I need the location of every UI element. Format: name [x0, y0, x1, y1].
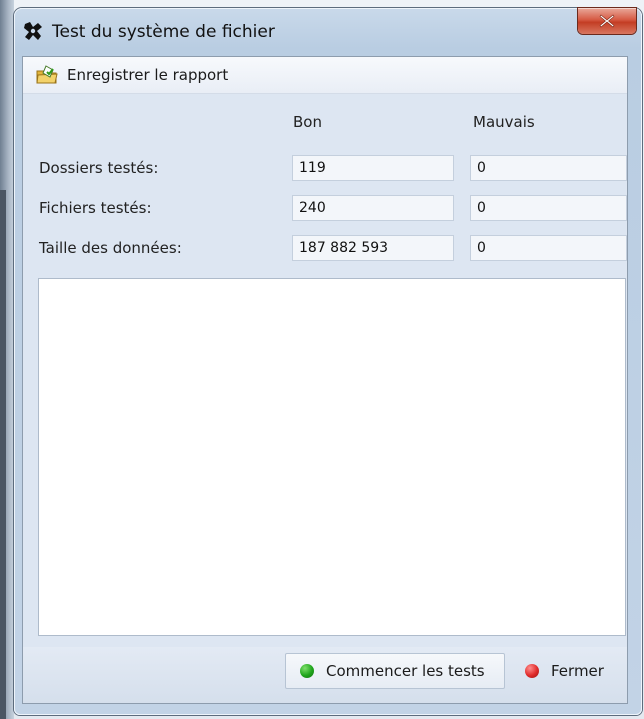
save-report-button[interactable]: Enregistrer le rapport — [31, 63, 232, 87]
column-header-good: Bon — [293, 113, 322, 131]
row-label-folders: Dossiers testés: — [39, 159, 159, 177]
folders-good-field[interactable] — [292, 155, 454, 181]
save-report-icon — [36, 65, 58, 84]
tools-icon — [24, 22, 42, 40]
window-close-button[interactable] — [578, 8, 636, 34]
window-title: Test du système de fichier — [52, 22, 275, 42]
red-dot-icon — [525, 664, 539, 678]
close-icon — [599, 14, 615, 28]
data-size-bad-field[interactable] — [470, 235, 627, 261]
parent-window-shadow — [0, 190, 6, 719]
files-bad-field[interactable] — [470, 195, 627, 221]
close-label: Fermer — [551, 662, 604, 680]
data-size-good-field[interactable] — [292, 235, 454, 261]
title-bar[interactable]: Test du système de fichier — [14, 8, 642, 56]
files-good-field[interactable] — [292, 195, 454, 221]
close-button[interactable]: Fermer — [511, 653, 623, 689]
row-label-files: Fichiers testés: — [39, 199, 152, 217]
dialog-footer: Commencer les tests Fermer — [23, 647, 627, 703]
green-dot-icon — [300, 664, 314, 678]
save-report-label: Enregistrer le rapport — [67, 66, 229, 84]
row-label-data-size: Taille des données: — [39, 239, 182, 257]
test-log-area[interactable] — [38, 278, 626, 636]
filesystem-test-dialog: Test du système de fichier Enregistrer l… — [14, 8, 642, 715]
column-header-bad: Mauvais — [473, 113, 535, 131]
folders-bad-field[interactable] — [470, 155, 627, 181]
start-tests-button[interactable]: Commencer les tests — [285, 653, 505, 689]
start-tests-label: Commencer les tests — [326, 662, 485, 680]
dialog-client-area: Enregistrer le rapport Bon Mauvais Dossi… — [22, 56, 628, 704]
toolbar: Enregistrer le rapport — [23, 57, 627, 94]
